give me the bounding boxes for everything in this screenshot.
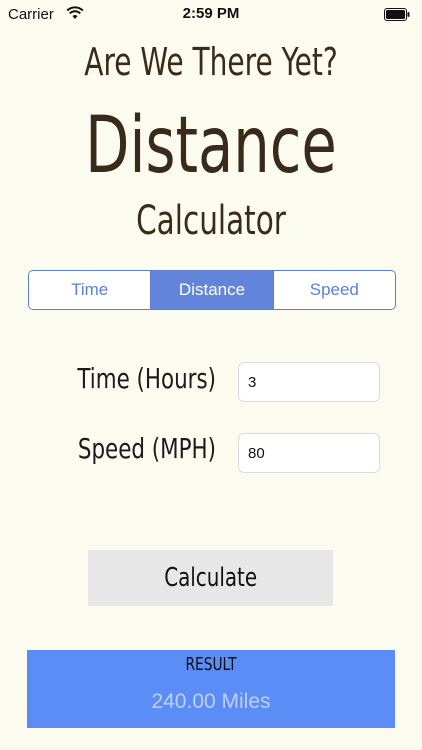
status-time: 2:59 PM bbox=[182, 5, 240, 22]
battery-icon bbox=[384, 8, 410, 21]
speed-label: Speed (MPH) bbox=[77, 432, 216, 465]
speed-input[interactable]: 80 bbox=[238, 433, 380, 473]
app-title-line1: Are We There Yet? bbox=[84, 40, 338, 84]
calculate-button[interactable]: Calculate bbox=[88, 550, 333, 606]
result-value: 240.00 Miles bbox=[151, 690, 271, 713]
time-label: Time (Hours) bbox=[77, 362, 216, 395]
app-title-main: Distance bbox=[85, 101, 337, 191]
calculate-button-label: Calculate bbox=[164, 563, 257, 593]
result-title: RESULT bbox=[185, 654, 237, 675]
result-panel: RESULT 240.00 Miles bbox=[27, 650, 395, 728]
time-input[interactable]: 3 bbox=[238, 362, 380, 402]
segment-speed[interactable]: Speed bbox=[272, 271, 395, 309]
status-bar: Carrier 2:59 PM bbox=[0, 0, 422, 30]
segment-time[interactable]: Time bbox=[29, 271, 150, 309]
mode-segmented-control: Time Distance Speed bbox=[28, 270, 396, 310]
app-title-line3: Calculator bbox=[136, 198, 286, 244]
segment-distance[interactable]: Distance bbox=[150, 271, 273, 309]
